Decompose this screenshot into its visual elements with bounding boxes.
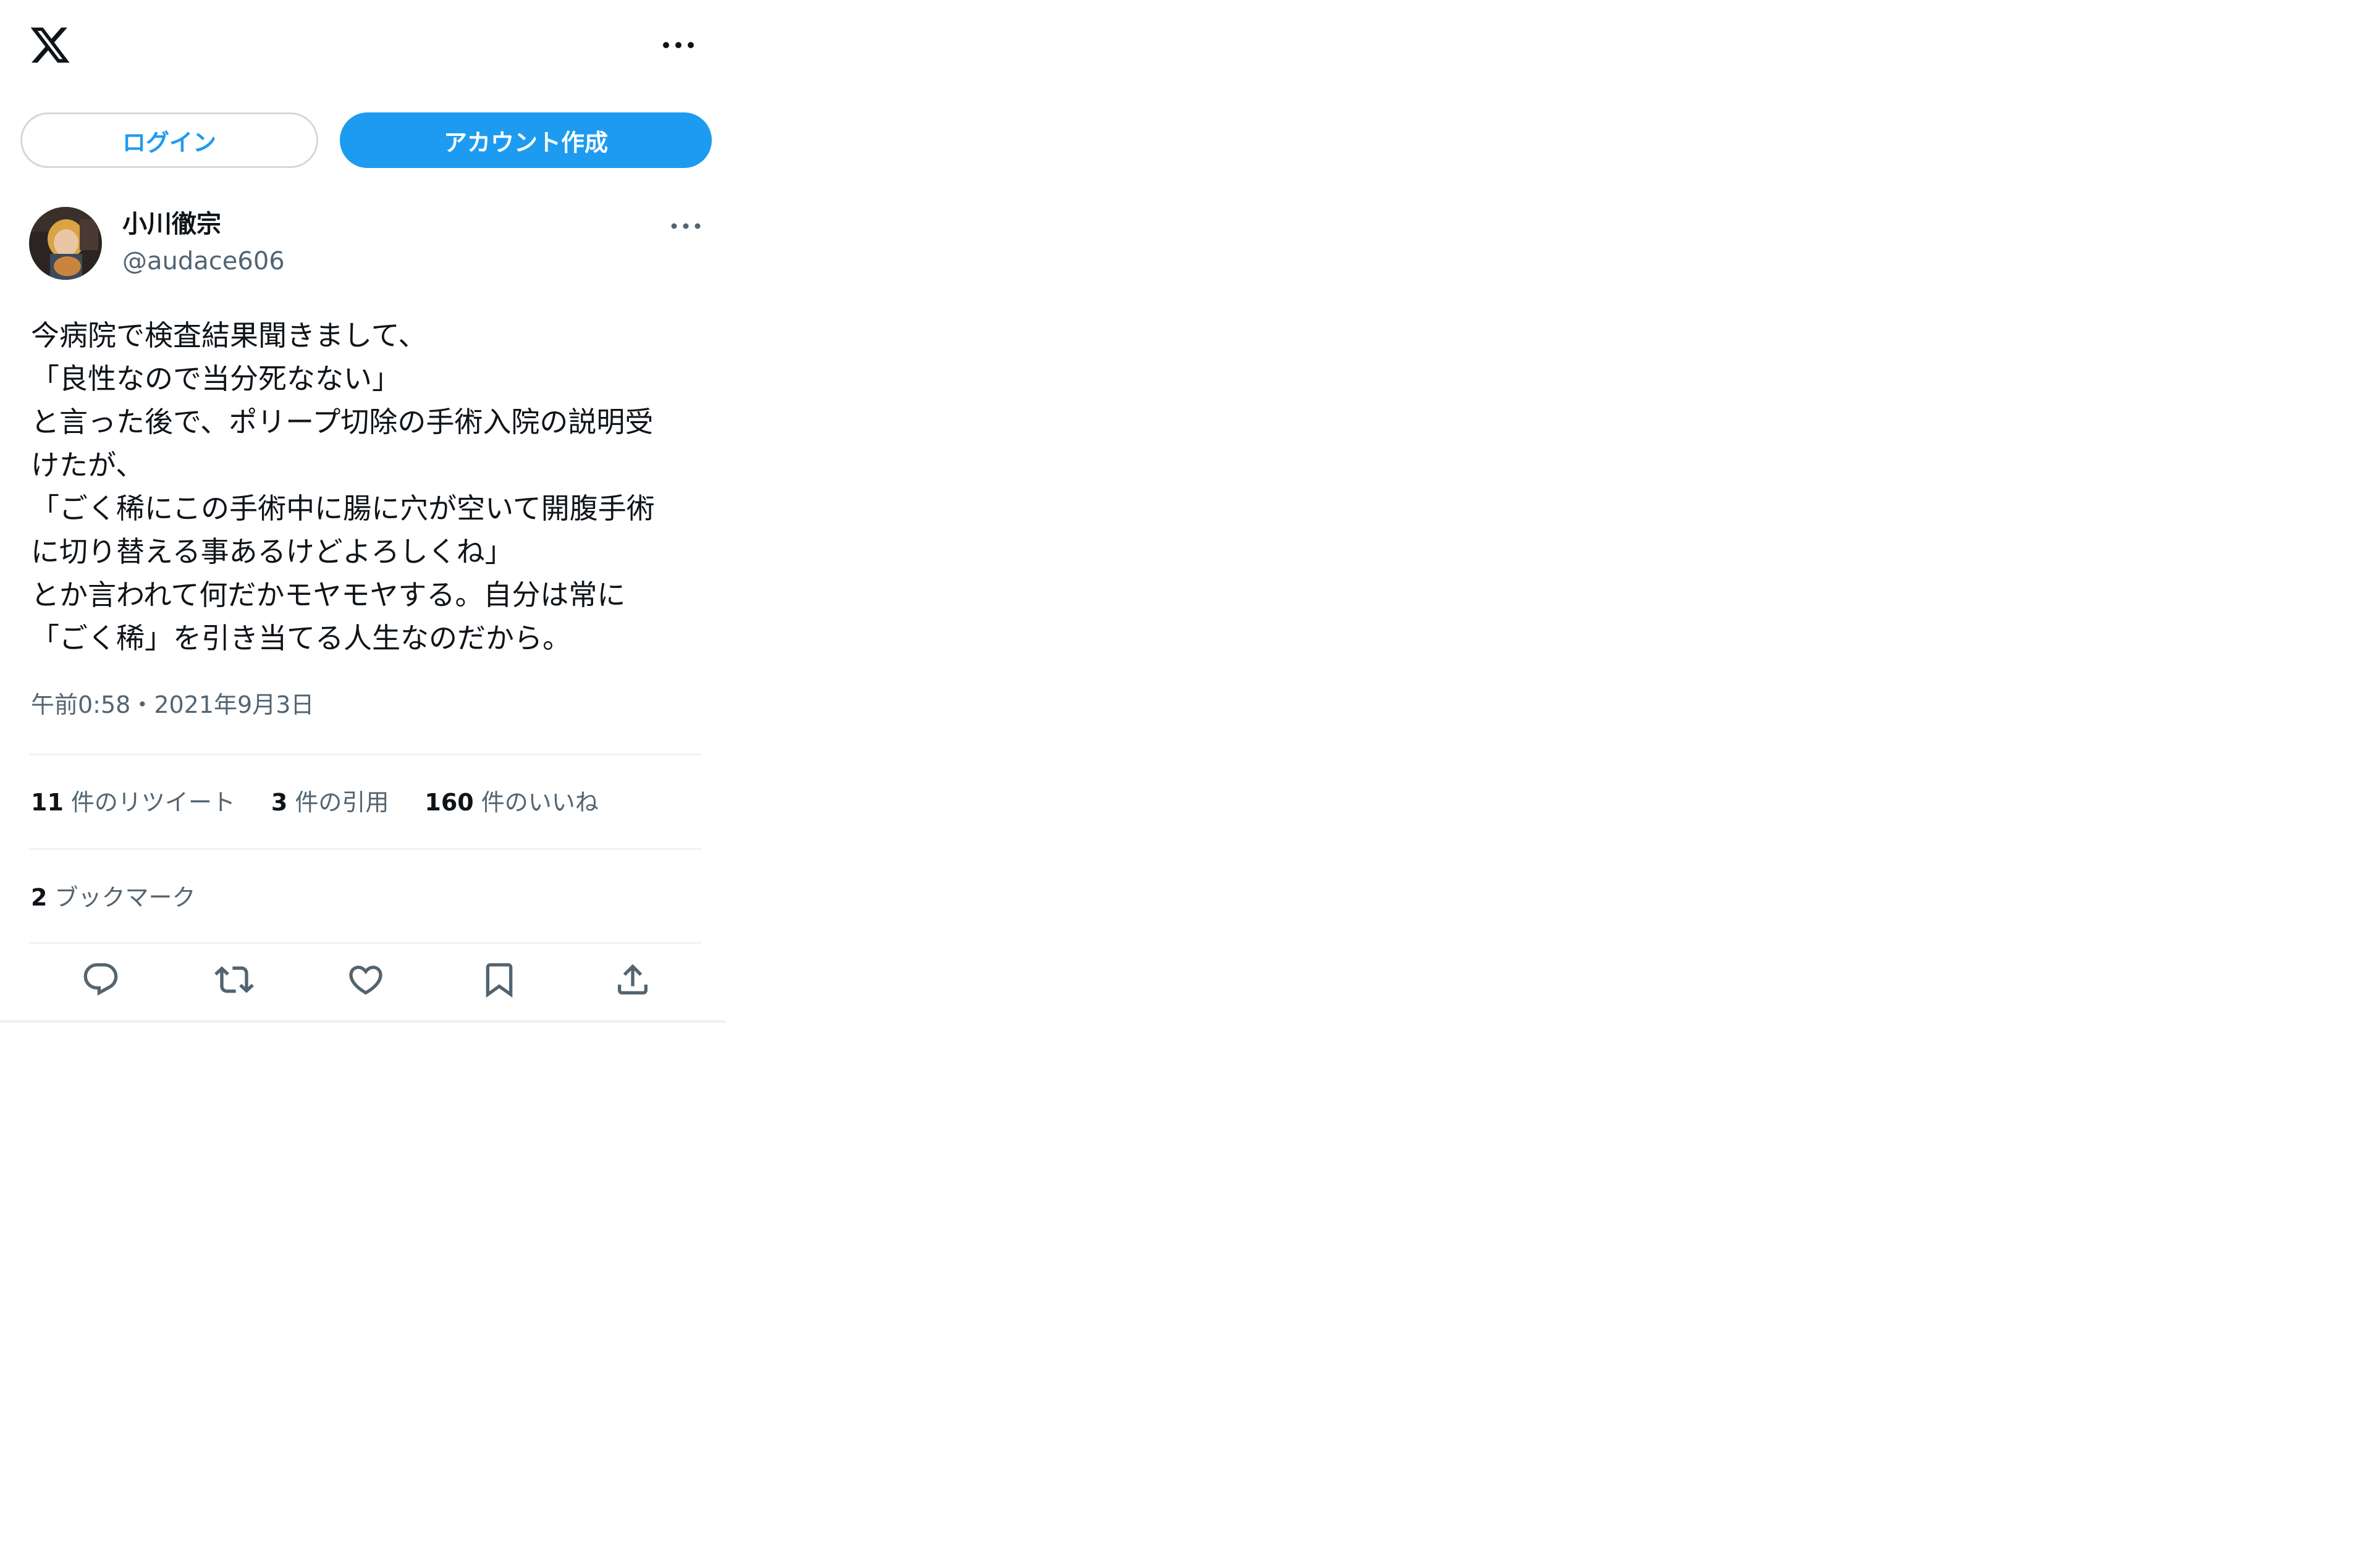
like-icon bbox=[349, 965, 382, 995]
tweet-text-line: けたが、 bbox=[31, 448, 145, 482]
divider bbox=[29, 848, 701, 850]
quotes-count: 3 bbox=[271, 788, 288, 816]
tweet-timestamp[interactable]: 午前0:58・2021年9月3日 bbox=[31, 689, 314, 720]
bookmarks-label: ブックマーク bbox=[54, 884, 196, 911]
retweets-label: 件のリツイート bbox=[70, 788, 235, 816]
tweet-text-line: と言った後で、ポリープ切除の手術入院の説明受 bbox=[31, 405, 654, 439]
tweet-text-line: 「ごく稀」を引き当てる人生なのだから。 bbox=[31, 621, 571, 655]
retweet-button[interactable] bbox=[212, 957, 256, 1002]
tweet-text-line: 今病院で検査結果聞きまして、 bbox=[31, 319, 427, 352]
bookmark-button[interactable] bbox=[477, 957, 521, 1002]
like-button[interactable] bbox=[344, 957, 388, 1002]
retweet-icon bbox=[214, 966, 254, 993]
reply-button[interactable] bbox=[78, 957, 123, 1002]
tweet-actions bbox=[0, 957, 726, 1007]
divider bbox=[29, 754, 701, 755]
quotes-stat[interactable]: 3 件の引用 bbox=[271, 783, 389, 817]
more-horizontal-icon[interactable] bbox=[661, 36, 696, 54]
share-icon bbox=[618, 964, 648, 994]
tweet-page-column: ログイン アカウント作成 小川徹宗 @audace606 今病院で検査結果聞きま… bbox=[0, 0, 726, 1023]
quotes-label: 件の引用 bbox=[295, 788, 389, 816]
top-bar bbox=[0, 0, 726, 99]
reply-icon bbox=[83, 963, 118, 996]
engagement-stats: 11 件のリツイート 3 件の引用 160 件のいいね bbox=[31, 783, 635, 817]
avatar[interactable] bbox=[29, 207, 102, 280]
bookmark-icon bbox=[486, 963, 513, 998]
avatar-image bbox=[29, 207, 102, 280]
retweets-stat[interactable]: 11 件のリツイート bbox=[31, 783, 235, 817]
tweet-text: 今病院で検査結果聞きまして、 「良性なので当分死なない」 と言った後で、ポリープ… bbox=[31, 314, 698, 660]
bookmarks-stat: 2 ブックマーク bbox=[31, 878, 196, 911]
share-button[interactable] bbox=[610, 957, 655, 1002]
likes-count: 160 bbox=[424, 788, 474, 816]
likes-label: 件のいいね bbox=[481, 788, 599, 816]
tweet-text-line: に切り替える事あるけどよろしくね」 bbox=[31, 535, 513, 568]
retweets-count: 11 bbox=[31, 788, 64, 816]
tweet-text-line: 「良性なので当分死なない」 bbox=[31, 362, 400, 395]
author-handle[interactable]: @audace606 bbox=[122, 246, 285, 277]
author-display-name[interactable]: 小川徹宗 bbox=[122, 209, 221, 240]
x-logo-icon[interactable] bbox=[27, 23, 73, 67]
tweet-text-line: 「ごく稀にこの手術中に腸に穴が空いて開腹手術 bbox=[31, 492, 655, 525]
tweet-text-line: とか言われて何だかモヤモヤする。自分は常に bbox=[31, 578, 626, 612]
post-more-icon[interactable] bbox=[670, 217, 702, 235]
create-account-button[interactable]: アカウント作成 bbox=[340, 112, 712, 168]
divider bbox=[29, 942, 701, 944]
login-button[interactable]: ログイン bbox=[20, 112, 318, 168]
bookmarks-count: 2 bbox=[31, 884, 48, 911]
likes-stat[interactable]: 160 件のいいね bbox=[424, 783, 598, 817]
